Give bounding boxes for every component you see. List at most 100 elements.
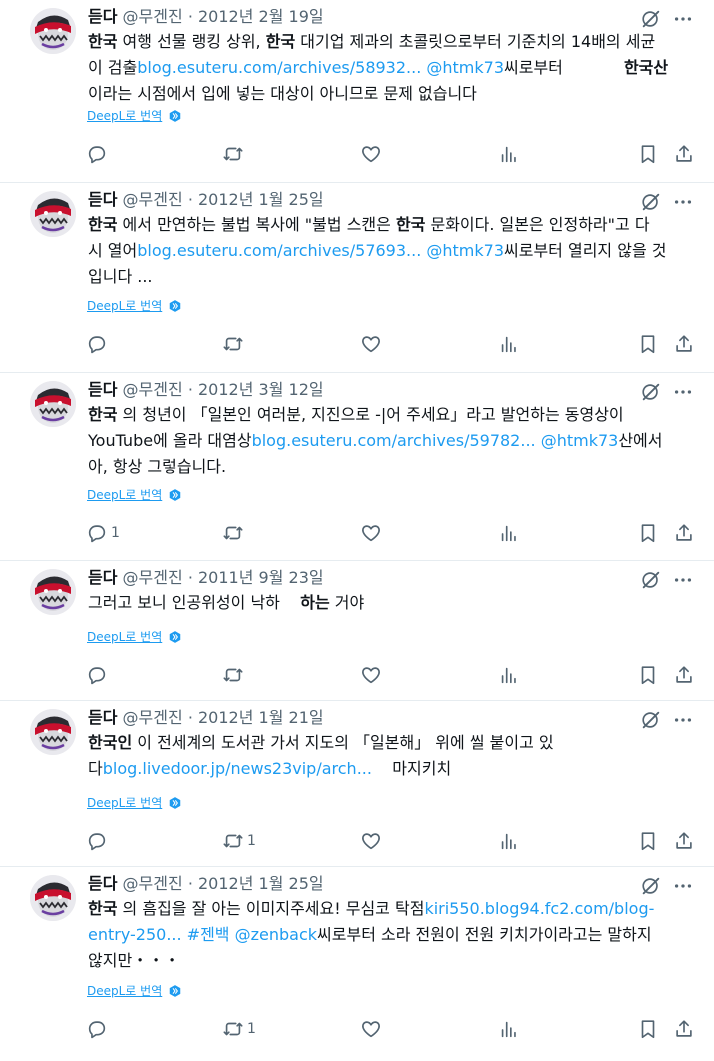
avatar[interactable] [30, 569, 76, 615]
reply-button[interactable] [86, 142, 108, 166]
tweet[interactable]: 듣다 @무겐진 · 2012년 3월 12일 한국 의 청년이 「일본인 여러분,… [0, 372, 714, 560]
views-button[interactable] [498, 521, 520, 545]
views-button[interactable] [498, 142, 520, 166]
user-handle[interactable]: @무겐진 [123, 874, 183, 893]
display-name[interactable]: 듣다 [88, 568, 117, 587]
action-bar [0, 142, 714, 166]
deepl-logo-icon [170, 300, 181, 312]
avatar[interactable] [30, 875, 76, 921]
bold-keyword: 한국 [88, 899, 118, 918]
bookmark-button[interactable] [637, 663, 659, 687]
tweet-link[interactable]: @htmk73 [426, 58, 504, 77]
user-handle[interactable]: @무겐진 [123, 190, 183, 209]
reply-button[interactable]: 1 [86, 521, 120, 545]
grok-icon [642, 711, 660, 729]
display-name[interactable]: 듣다 [88, 380, 117, 399]
user-handle[interactable]: @무겐진 [123, 708, 183, 727]
grok-icon [642, 10, 660, 28]
bookmark-button[interactable] [637, 142, 659, 166]
retweet-button[interactable] [222, 521, 244, 545]
translate-link[interactable]: DeepL로 번역 [87, 982, 182, 999]
display-name[interactable]: 듣다 [88, 7, 117, 26]
tweet-link[interactable]: kiri550.blog94.fc2.com/blog- [424, 899, 654, 918]
like-button[interactable] [360, 663, 382, 687]
grok-icon [642, 193, 660, 211]
tweet[interactable]: 듣다 @무겐진 · 2012년 1월 25일 한국 의 흠집을 잘 아는 이미지주… [0, 866, 714, 1061]
bookmark-button[interactable] [637, 1017, 659, 1041]
like-button[interactable] [360, 829, 382, 853]
share-button[interactable] [673, 1017, 695, 1041]
reply-button[interactable] [86, 332, 108, 356]
avatar[interactable] [30, 381, 76, 427]
share-button[interactable] [673, 829, 695, 853]
reply-icon [88, 1021, 106, 1039]
translate-link[interactable]: DeepL로 번역 [87, 297, 182, 314]
tweet[interactable]: 듣다 @무겐진 · 2012년 2월 19일 한국 여행 선물 랭킹 상위, 한국… [0, 0, 714, 182]
tweet-link[interactable]: entry-250... #젠백 [88, 925, 230, 944]
tweet-link[interactable]: blog.esuteru.com/archives/59782... [252, 431, 536, 450]
bookmark-icon [641, 666, 655, 685]
tweet-date[interactable]: 2012년 2월 19일 [198, 7, 324, 26]
retweet-button[interactable] [222, 332, 244, 356]
tweet-link[interactable]: @htmk73 [426, 241, 504, 260]
display-name[interactable]: 듣다 [88, 708, 117, 727]
heart-icon [362, 336, 380, 353]
retweet-button[interactable]: 1 [222, 1017, 256, 1041]
views-button[interactable] [498, 663, 520, 687]
display-name[interactable]: 듣다 [88, 874, 117, 893]
reply-button[interactable] [86, 829, 108, 853]
retweet-button[interactable] [222, 663, 244, 687]
display-name[interactable]: 듣다 [88, 190, 117, 209]
share-button[interactable] [673, 663, 695, 687]
like-button[interactable] [360, 332, 382, 356]
views-button[interactable] [498, 829, 520, 853]
user-handle[interactable]: @무겐진 [123, 7, 183, 26]
share-button[interactable] [673, 521, 695, 545]
translate-link[interactable]: DeepL로 번역 [87, 486, 182, 503]
retweet-button[interactable] [222, 142, 244, 166]
retweet-button[interactable]: 1 [222, 829, 256, 853]
views-button[interactable] [498, 332, 520, 356]
like-button[interactable] [360, 142, 382, 166]
tweet-date[interactable]: 2012년 1월 25일 [198, 190, 324, 209]
tweet-link[interactable]: blog.livedoor.jp/news23vip/arch... [103, 759, 372, 778]
bookmark-button[interactable] [637, 521, 659, 545]
translate-link[interactable]: DeepL로 번역 [87, 628, 182, 645]
user-handle[interactable]: @무겐진 [123, 568, 183, 587]
deepl-icon [168, 796, 182, 810]
share-button[interactable] [673, 332, 695, 356]
avatar[interactable] [30, 8, 76, 54]
more-icon [674, 200, 692, 204]
translate-link[interactable]: DeepL로 번역 [87, 107, 182, 124]
tweet-date[interactable]: 2012년 1월 21일 [198, 708, 324, 727]
avatar[interactable] [30, 709, 76, 755]
tweet[interactable]: 듣다 @무겐진 · 2011년 9월 23일 그러고 보니 인공위성이 낙하 하는… [0, 560, 714, 700]
retweet-icon [223, 337, 243, 351]
bookmark-button[interactable] [637, 332, 659, 356]
text-segment: 마지키치 [371, 759, 452, 778]
tweet-date[interactable]: 2012년 1월 25일 [198, 874, 324, 893]
reply-button[interactable] [86, 1017, 108, 1041]
tweet[interactable]: 듣다 @무겐진 · 2012년 1월 25일 한국 에서 만연하는 불법 복사에 … [0, 182, 714, 372]
tweet-link[interactable]: @htmk73 [541, 431, 619, 450]
translate-label: DeepL로 번역 [87, 630, 163, 644]
bookmark-button[interactable] [637, 829, 659, 853]
grok-icon [642, 383, 660, 401]
like-button[interactable] [360, 521, 382, 545]
tweet-link[interactable]: blog.esuteru.com/archives/57693... [137, 241, 421, 260]
tweet[interactable]: 듣다 @무겐진 · 2012년 1월 21일 한국인 이 전세계의 도서관 가서 … [0, 700, 714, 866]
avatar[interactable] [30, 191, 76, 237]
tweet-link[interactable]: blog.esuteru.com/archives/58932... [137, 58, 421, 77]
views-button[interactable] [498, 1017, 520, 1041]
translate-link[interactable]: DeepL로 번역 [87, 794, 182, 811]
like-button[interactable] [360, 1017, 382, 1041]
tweet-date[interactable]: 2012년 3월 12일 [198, 380, 324, 399]
share-button[interactable] [673, 142, 695, 166]
user-handle[interactable]: @무겐진 [123, 380, 183, 399]
tweet-date[interactable]: 2011년 9월 23일 [198, 568, 324, 587]
reply-icon [88, 667, 106, 685]
tweet-link[interactable]: @zenback [235, 925, 317, 944]
tweet-text: 한국 여행 선물 랭킹 상위, 한국 대기업 제과의 초콜릿으로부터 기준치의 … [88, 29, 698, 107]
reply-button[interactable] [86, 663, 108, 687]
bookmark-icon [641, 832, 655, 851]
